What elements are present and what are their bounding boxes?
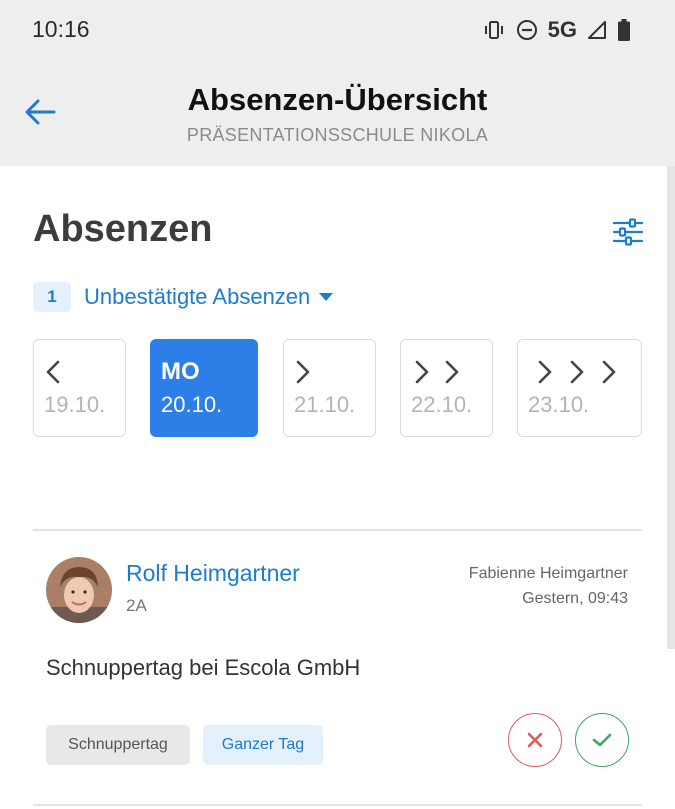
- day-label: MO: [161, 358, 200, 385]
- student-class: 2A: [126, 596, 147, 615]
- sliders-icon: [612, 218, 644, 246]
- signal-icon: [587, 20, 607, 40]
- reported-timestamp: Gestern, 09:43: [522, 590, 628, 607]
- page-title: Absenzen: [33, 208, 213, 250]
- day-date: 22.10.: [411, 392, 473, 417]
- status-icons: 5G: [482, 17, 631, 43]
- day-date: 23.10.: [528, 392, 590, 417]
- status-time: 10:16: [32, 16, 90, 42]
- battery-icon: [617, 18, 631, 42]
- app-title: Absenzen-Übersicht: [187, 82, 488, 117]
- status-bar: 10:16 5G: [0, 0, 675, 60]
- vibrate-icon: [482, 19, 506, 41]
- absence-type-tag: Schnuppertag: [46, 725, 190, 765]
- day-button-19-10[interactable]: 19.10.: [33, 339, 126, 437]
- confirm-button[interactable]: [575, 713, 629, 767]
- caret-down-icon: [319, 293, 334, 301]
- avatar: [46, 557, 112, 623]
- day-button-23-10[interactable]: 23.10.: [517, 339, 642, 437]
- close-icon: [527, 732, 543, 748]
- chevron-right-icon: [296, 360, 310, 384]
- day-date: 20.10.: [161, 392, 223, 417]
- unconfirmed-absences-dropdown[interactable]: 1 Unbestätigte Absenzen: [33, 282, 334, 312]
- filter-button[interactable]: [612, 217, 644, 247]
- check-icon: [592, 733, 612, 747]
- divider: [33, 804, 642, 806]
- app-subtitle: PRÄSENTATIONSSCHULE NIKOLA: [186, 125, 489, 145]
- network-type: 5G: [547, 17, 577, 42]
- day-button-20-10[interactable]: MO 20.10.: [150, 339, 258, 437]
- chevron-left-icon: [46, 360, 60, 384]
- student-name-link[interactable]: Rolf Heimgartner: [126, 560, 300, 587]
- dnd-icon: [516, 19, 538, 41]
- day-date: 21.10.: [294, 392, 356, 417]
- double-chevron-right-icon: [415, 360, 459, 384]
- scrollbar[interactable]: [667, 166, 675, 649]
- absence-reason: Schnuppertag bei Escola GmbH: [46, 655, 361, 680]
- day-button-21-10[interactable]: 21.10.: [283, 339, 376, 437]
- absence-duration-tag: Ganzer Tag: [203, 725, 323, 765]
- day-button-22-10[interactable]: 22.10.: [400, 339, 493, 437]
- unconfirmed-count-badge: 1: [33, 282, 71, 312]
- divider: [33, 529, 642, 531]
- day-date: 19.10.: [44, 392, 106, 417]
- unconfirmed-absences-label: Unbestätigte Absenzen: [84, 284, 311, 309]
- app-bar: Absenzen-Übersicht PRÄSENTATIONSSCHULE N…: [0, 60, 675, 166]
- triple-chevron-right-icon: [538, 360, 616, 384]
- reporter-name: Fabienne Heimgartner: [468, 565, 628, 582]
- reject-button[interactable]: [508, 713, 562, 767]
